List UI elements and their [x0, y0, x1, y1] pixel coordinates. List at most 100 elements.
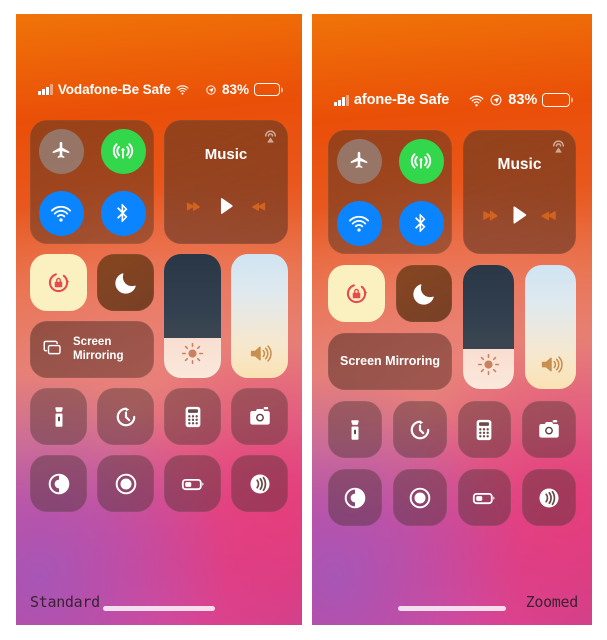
volume-slider[interactable] — [231, 254, 288, 378]
timer-icon — [116, 407, 135, 426]
airplane-icon — [52, 141, 70, 159]
tile-nfc-wave[interactable] — [231, 455, 288, 512]
forward-button[interactable] — [249, 197, 268, 221]
dark-mode-icon — [48, 473, 69, 494]
rewind-button[interactable] — [480, 205, 501, 231]
tile-camera[interactable] — [231, 388, 288, 445]
calculator-icon — [477, 419, 492, 440]
toggle-airplane[interactable] — [336, 138, 382, 184]
connectivity-module[interactable] — [30, 120, 154, 244]
panel-caption: Standard — [30, 593, 100, 611]
rewind-icon — [186, 201, 200, 211]
screen-mirroring-icon — [43, 340, 61, 354]
tile-screen-record[interactable] — [97, 455, 154, 512]
play-button[interactable] — [507, 203, 531, 232]
wifi-icon — [176, 85, 189, 95]
toggle-bluetooth[interactable] — [100, 190, 146, 236]
tile-low-power-battery[interactable] — [457, 469, 512, 526]
app-row — [328, 469, 576, 526]
cellular-antenna-icon — [112, 143, 134, 159]
music-module[interactable]: Music — [164, 120, 288, 244]
connectivity-module[interactable] — [328, 130, 452, 254]
volume-slider[interactable] — [525, 265, 576, 389]
home-indicator[interactable] — [103, 606, 215, 611]
tile-flashlight[interactable] — [30, 388, 87, 445]
screen-mirroring-icon — [41, 336, 64, 364]
rotation-lock-icon — [346, 283, 367, 304]
toggle-wifi[interactable] — [38, 190, 84, 236]
play-button[interactable] — [215, 195, 237, 222]
tile-flashlight[interactable] — [328, 401, 382, 458]
bluetooth-icon — [117, 203, 128, 223]
screen-mirroring-label: Screen Mirroring — [73, 335, 124, 362]
brightness-icon — [477, 353, 500, 376]
rotation-lock-toggle[interactable] — [328, 265, 385, 322]
screen-record-icon — [115, 473, 136, 494]
brightness-slider[interactable] — [164, 254, 221, 378]
screen-mirroring-label: Screen Mirroring — [339, 354, 441, 369]
screen-record-icon — [409, 487, 430, 508]
tile-calculator[interactable] — [164, 388, 221, 445]
play-icon — [513, 206, 527, 224]
tile-calculator[interactable] — [457, 401, 512, 458]
screen-mirroring-tile[interactable]: Screen Mirroring — [328, 333, 452, 390]
toggle-wifi[interactable] — [336, 200, 382, 246]
forward-button[interactable] — [538, 205, 559, 231]
moon-icon — [114, 272, 136, 294]
rewind-icon — [483, 210, 498, 220]
flashlight-icon — [54, 406, 63, 427]
brightness-slider[interactable] — [463, 265, 514, 389]
app-row — [30, 455, 288, 512]
top-row: Music — [328, 130, 576, 254]
battery-icon — [254, 83, 280, 96]
rewind-button[interactable] — [184, 197, 203, 221]
airplay-audio-icon[interactable] — [262, 128, 279, 150]
mid-row: Screen Mirroring — [30, 254, 288, 378]
battery-icon — [542, 93, 571, 107]
wifi-icon — [348, 215, 370, 232]
camera-icon — [249, 406, 270, 425]
rotation-lock-toggle[interactable] — [30, 254, 87, 311]
mid-row: Screen Mirroring — [328, 265, 576, 390]
calculator-icon — [185, 406, 200, 427]
screen-mirroring-tile[interactable]: Screen Mirroring — [30, 321, 154, 378]
tile-nfc-wave[interactable] — [522, 469, 576, 526]
battery-percent: 83% — [221, 82, 249, 97]
tile-camera[interactable] — [522, 401, 576, 458]
battery-percent: 83% — [508, 92, 538, 108]
nfc-wave-icon — [539, 487, 559, 508]
control-center: Music Screen Mirroring — [312, 130, 592, 537]
app-row — [328, 401, 576, 458]
tile-low-power-battery[interactable] — [164, 455, 221, 512]
airplay-audio-icon — [552, 140, 565, 153]
top-row: Music — [30, 120, 288, 244]
nfc-wave-icon — [249, 473, 270, 494]
control-center: Music Screen Mirroring — [16, 120, 302, 522]
airplay-audio-icon[interactable] — [550, 138, 567, 160]
play-icon — [220, 198, 233, 214]
toggle-airplane[interactable] — [38, 128, 84, 174]
tile-timer[interactable] — [392, 401, 447, 458]
airplay-audio-icon — [264, 130, 277, 143]
toggle-cellular[interactable] — [398, 138, 444, 184]
tile-screen-record[interactable] — [392, 469, 447, 526]
rotation-lock-icon — [48, 272, 70, 293]
tile-dark-mode[interactable] — [30, 455, 87, 512]
location-services-icon — [206, 84, 216, 95]
cellular-bars-icon — [38, 84, 53, 95]
toggle-cellular[interactable] — [100, 128, 146, 174]
music-title: Music — [204, 146, 248, 163]
fast-forward-icon — [541, 210, 556, 220]
toggle-bluetooth[interactable] — [398, 200, 444, 246]
music-module[interactable]: Music — [463, 130, 576, 254]
music-title: Music — [497, 156, 542, 173]
do-not-disturb-toggle[interactable] — [97, 254, 154, 311]
brightness-icon — [181, 342, 204, 365]
low-power-battery-icon — [181, 478, 204, 490]
home-indicator[interactable] — [398, 606, 506, 611]
do-not-disturb-toggle[interactable] — [395, 265, 452, 322]
carrier-name: afone-Be Safe — [353, 92, 450, 108]
tile-dark-mode[interactable] — [328, 469, 382, 526]
tile-timer[interactable] — [97, 388, 154, 445]
status-bar: afone-Be Safe 83% — [312, 92, 592, 108]
